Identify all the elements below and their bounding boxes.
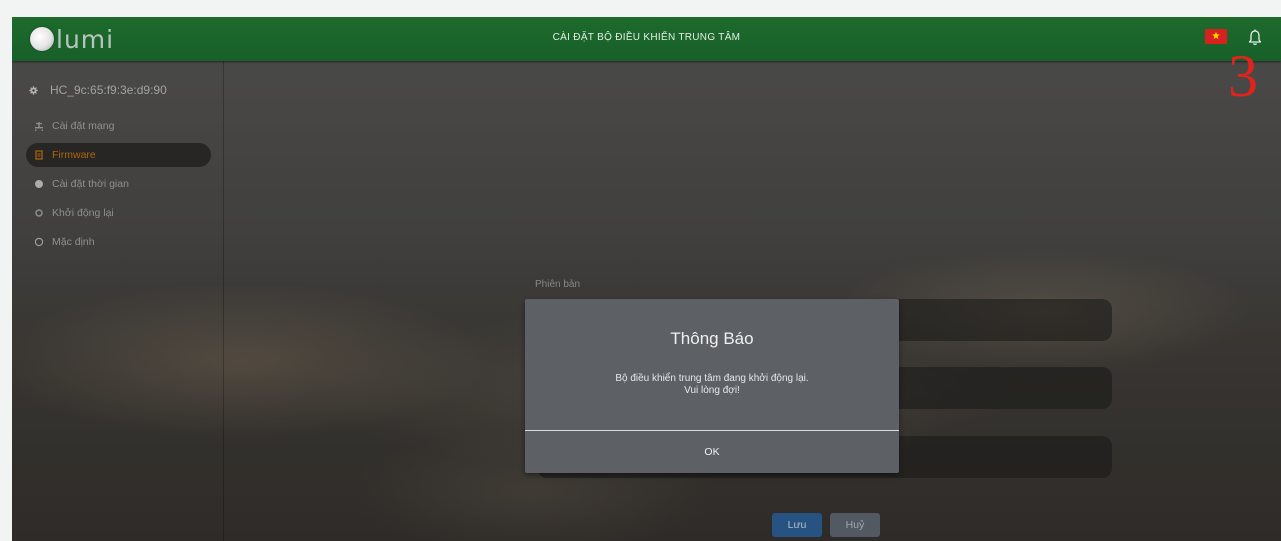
ok-button[interactable]: OK <box>525 431 899 473</box>
header-bar: lumi CÀI ĐẶT BỘ ĐIỀU KHIỂN TRUNG TÂM ★ <box>12 17 1281 61</box>
dialog-title: Thông Báo <box>670 329 754 348</box>
dialog-message-line2: Vui lòng đợi! <box>684 385 740 396</box>
page-title: CÀI ĐẶT BỘ ĐIỀU KHIỂN TRUNG TÂM <box>552 32 741 43</box>
vietnam-flag-icon[interactable]: ★ <box>1205 29 1227 44</box>
app-window: HC_9c:65:f9:3e:d9:90 Cài đặt mạng Firmwa… <box>12 17 1281 541</box>
notification-dialog: Thông Báo Bộ điều khiển trung tâm đang k… <box>525 299 899 473</box>
annotation-number: 3 <box>1228 43 1258 109</box>
dialog-message-line1: Bộ điều khiển trung tâm đang khởi động l… <box>615 373 809 384</box>
dialog-message: Bộ điều khiển trung tâm đang khởi động l… <box>525 373 899 397</box>
